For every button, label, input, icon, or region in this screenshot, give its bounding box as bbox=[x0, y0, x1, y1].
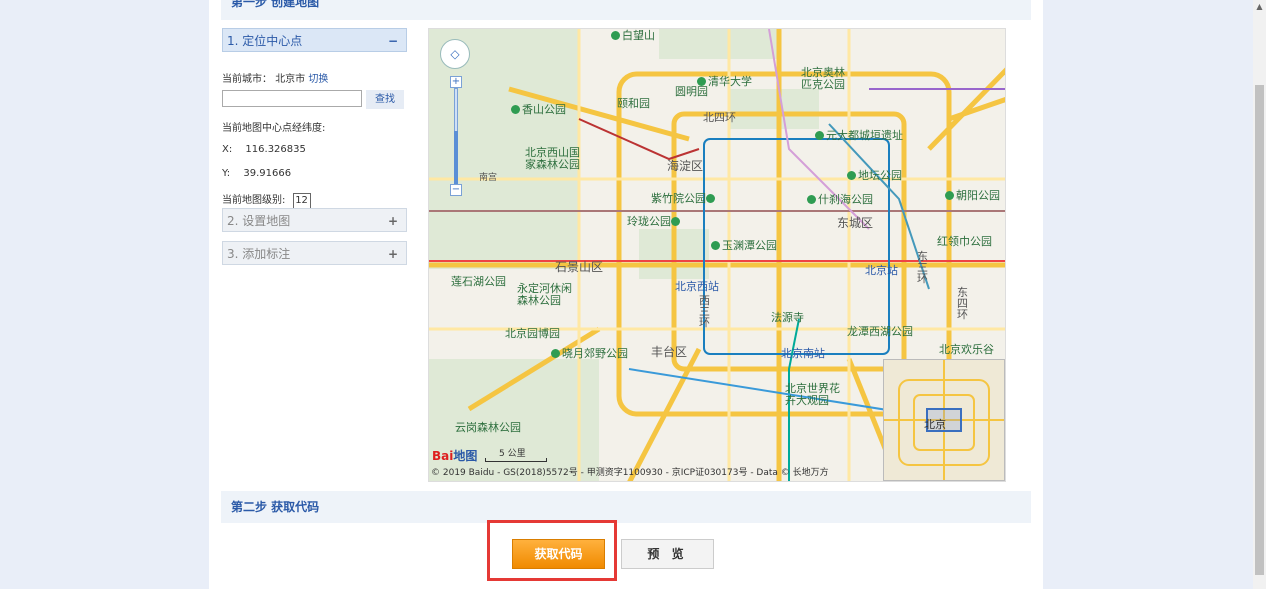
current-city-row: 当前城市： 北京市 切换 bbox=[222, 70, 328, 85]
map-label: 法源寺 bbox=[771, 311, 804, 324]
map-label: 东城区 bbox=[837, 216, 874, 230]
collapse-icon[interactable]: − bbox=[388, 29, 398, 53]
map-label: 白望山 bbox=[611, 29, 655, 43]
map-label: 西三环 bbox=[699, 294, 710, 329]
map-label: 北京西站 bbox=[675, 280, 719, 293]
map-label: 圆明园 bbox=[675, 85, 708, 98]
map-label: 颐和园 bbox=[617, 97, 650, 110]
map-label: 晓月郊野公园 bbox=[551, 345, 628, 361]
zoom-level-row: 当前地图级别: 12 bbox=[222, 191, 311, 209]
map-label: 红领巾公园 bbox=[937, 235, 992, 248]
vertical-scrollbar[interactable]: ▲ bbox=[1253, 0, 1266, 589]
map-label: 朝阳公园 bbox=[945, 187, 1000, 203]
center-coords-label: 当前地图中心点经纬度: bbox=[222, 123, 326, 134]
map-label: 北京奥林匹克公园 bbox=[801, 66, 845, 91]
map-label: 北京西山国家森林公园 bbox=[525, 146, 580, 171]
map-label: 玲珑公园 bbox=[627, 213, 682, 229]
step1-header: 第一步 创建地图 bbox=[221, 0, 1031, 20]
map-label: 北京欢乐谷 bbox=[939, 343, 994, 356]
highlight-box bbox=[487, 520, 617, 581]
map-label: 香山公园 bbox=[511, 101, 566, 117]
y-value: 39.91666 bbox=[243, 168, 292, 179]
map-label: 地坛公园 bbox=[847, 167, 902, 183]
current-city-label: 当前城市： bbox=[222, 74, 272, 85]
map-label: 元大都城垣遗址 bbox=[815, 127, 903, 143]
overview-map[interactable]: 北京 bbox=[883, 359, 1005, 481]
section-add-marker[interactable]: 3. 添加标注 + bbox=[222, 241, 407, 265]
map-label: 龙潭西湖公园 bbox=[847, 325, 913, 338]
map-label: 北京站 bbox=[865, 264, 898, 277]
zoom-out-button[interactable]: − bbox=[450, 184, 462, 196]
scroll-up-arrow-icon[interactable]: ▲ bbox=[1253, 0, 1266, 13]
section-set-map-label: 2. 设置地图 bbox=[227, 214, 291, 228]
overview-city-label: 北京 bbox=[924, 418, 946, 431]
zoom-slider[interactable]: + − bbox=[450, 76, 462, 196]
x-value: 116.326835 bbox=[245, 144, 306, 155]
map-label: 紫竹院公园 bbox=[651, 190, 717, 206]
baidu-map-logo: Bai地图 bbox=[432, 449, 478, 463]
y-coordinate-row: Y: 39.91666 bbox=[222, 168, 291, 179]
page-content: 第一步 创建地图 1. 定位中心点 − 当前城市： 北京市 切换 查找 当前地图… bbox=[209, 0, 1043, 589]
map-label: 北京世界花卉大观园 bbox=[785, 382, 840, 407]
expand-icon[interactable]: + bbox=[388, 242, 398, 266]
map-label: 莲石湖公园 bbox=[451, 275, 506, 288]
section-add-marker-label: 3. 添加标注 bbox=[227, 247, 291, 261]
zoom-level-label: 当前地图级别: bbox=[222, 195, 286, 206]
section-locate-center[interactable]: 1. 定位中心点 − bbox=[222, 28, 407, 52]
map-label: 北京南站 bbox=[781, 347, 825, 360]
x-label: X: bbox=[222, 144, 233, 155]
scrollbar-thumb[interactable] bbox=[1255, 85, 1264, 575]
map-label: 丰台区 bbox=[651, 345, 688, 359]
y-label: Y: bbox=[222, 168, 231, 179]
settings-sidebar: 1. 定位中心点 − 当前城市： 北京市 切换 查找 当前地图中心点经纬度: X… bbox=[222, 28, 407, 265]
map-label: 石景山区 bbox=[555, 260, 604, 274]
baidu-map[interactable]: 白望山 清华大学 北京奥林匹克公园 香山公园 颐和园 圆明园 北四环 元大都城垣… bbox=[428, 28, 1006, 482]
preview-button[interactable]: 预 览 bbox=[621, 539, 714, 569]
section-locate-center-label: 1. 定位中心点 bbox=[227, 34, 303, 48]
map-label: 北京园博园 bbox=[505, 327, 560, 340]
step2-header: 第二步 获取代码 bbox=[221, 491, 1031, 523]
map-label: 北四环 bbox=[703, 111, 736, 124]
expand-icon[interactable]: + bbox=[388, 209, 398, 233]
zoom-level-value[interactable]: 12 bbox=[292, 193, 311, 209]
section-set-map[interactable]: 2. 设置地图 + bbox=[222, 208, 407, 232]
pan-control-icon[interactable]: ◇ bbox=[440, 39, 470, 69]
switch-city-link[interactable]: 切换 bbox=[308, 74, 328, 85]
map-copyright: © 2019 Baidu - GS(2018)5572号 - 甲测资字11009… bbox=[431, 468, 829, 478]
zoom-slider-fill bbox=[454, 131, 458, 184]
map-label: 东四环 bbox=[957, 286, 968, 321]
map-label: 南宫 bbox=[479, 173, 498, 183]
current-city: 北京市 bbox=[275, 74, 306, 85]
scale-label: 5 公里 bbox=[499, 449, 526, 459]
map-label: 玉渊潭公园 bbox=[711, 237, 777, 253]
map-label: 云岗森林公园 bbox=[455, 421, 521, 434]
map-label: 海淀区 bbox=[667, 159, 704, 173]
x-coordinate-row: X: 116.326835 bbox=[222, 144, 306, 155]
map-label: 什刹海公园 bbox=[807, 191, 873, 207]
zoom-in-button[interactable]: + bbox=[450, 76, 462, 88]
map-label: 东三环 bbox=[917, 250, 928, 285]
city-search-input[interactable] bbox=[222, 90, 362, 107]
search-button[interactable]: 查找 bbox=[366, 90, 404, 109]
map-label: 永定河休闲森林公园 bbox=[517, 282, 572, 307]
